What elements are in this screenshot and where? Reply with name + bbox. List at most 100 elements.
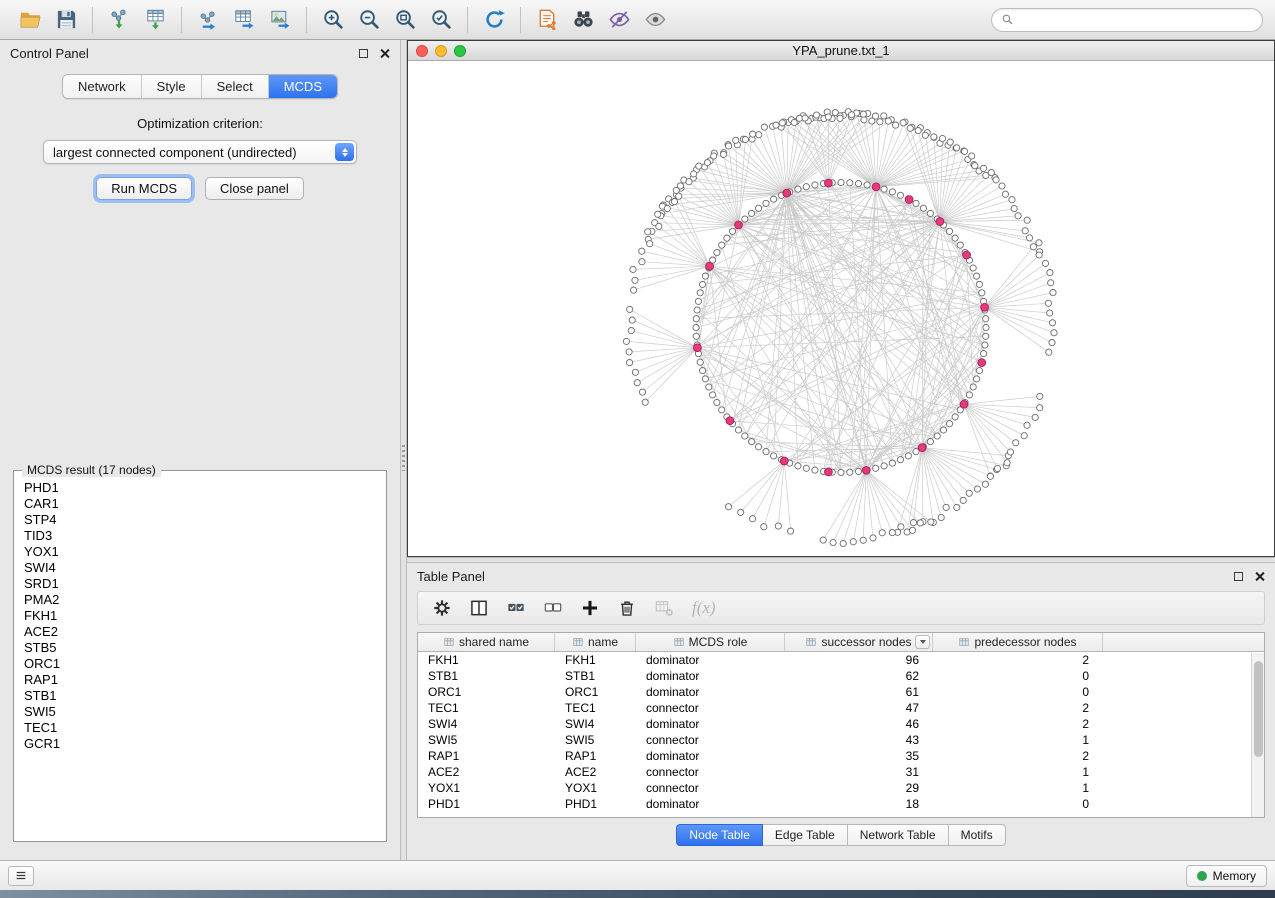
network-leaf-node[interactable] [910,520,916,526]
network-leaf-node[interactable] [664,205,670,211]
network-node[interactable] [855,181,861,187]
network-leaf-node[interactable] [969,153,975,159]
network-dominator-node-TID3[interactable] [726,417,734,425]
network-leaf-node[interactable] [726,143,732,149]
network-leaf-node[interactable] [639,389,645,395]
network-leaf-node[interactable] [655,211,661,217]
network-leaf-node[interactable] [907,125,913,131]
network-leaf-node[interactable] [954,145,960,151]
network-leaf-node[interactable] [631,287,637,293]
vertical-splitter[interactable] [400,40,407,860]
network-leaf-node[interactable] [988,170,994,176]
minimize-window-icon[interactable] [435,45,447,57]
network-leaf-node[interactable] [994,465,1000,471]
mcds-result-node[interactable]: STP4 [24,512,376,528]
network-leaf-node[interactable] [711,153,717,159]
network-dominator-node-SRD1[interactable] [978,359,986,367]
network-node[interactable] [974,376,980,382]
network-leaf-node[interactable] [1026,235,1032,241]
zoom-selected-button[interactable] [423,4,459,36]
table-row[interactable]: PHD1PHD1dominator180 [418,796,1264,812]
network-leaf-node[interactable] [1030,244,1036,250]
network-leaf-node[interactable] [632,277,638,283]
network-node[interactable] [970,265,976,271]
network-node[interactable] [838,469,844,475]
network-leaf-node[interactable] [673,187,679,193]
network-node[interactable] [934,433,940,439]
network-leaf-node[interactable] [691,171,697,177]
sort-dropdown-icon[interactable] [915,635,930,649]
network-leaf-node[interactable] [704,160,710,166]
network-leaf-node[interactable] [775,523,781,529]
network-node[interactable] [795,186,801,192]
network-leaf-node[interactable] [686,179,692,185]
network-node[interactable] [940,427,946,433]
network-leaf-node[interactable] [671,199,677,205]
network-dominator-node-CAR1[interactable] [825,179,833,187]
column-header-predecessor-nodes[interactable]: predecessor nodes [933,633,1103,651]
network-leaf-node[interactable] [1007,449,1013,455]
network-leaf-node[interactable] [972,163,978,169]
find-binoculars-button[interactable] [565,4,601,36]
network-node[interactable] [946,421,952,427]
network-leaf-node[interactable] [725,504,731,510]
network-dominator-node-GCR1[interactable] [905,196,913,204]
network-node[interactable] [719,242,725,248]
network-node[interactable] [979,290,985,296]
column-header-MCDS-role[interactable]: MCDS role [636,633,785,651]
network-leaf-node[interactable] [1046,349,1052,355]
network-leaf-node[interactable] [630,266,636,272]
mcds-result-node[interactable]: ACE2 [24,624,376,640]
zoom-in-button[interactable] [315,4,351,36]
network-dominator-node-STB1[interactable] [872,183,880,191]
network-leaf-node[interactable] [987,473,993,479]
network-node[interactable] [952,235,958,241]
network-leaf-node[interactable] [869,118,875,124]
network-node[interactable] [812,467,818,473]
deselect-all-rows-button[interactable] [539,595,567,621]
network-leaf-node[interactable] [1032,414,1038,420]
network-node[interactable] [889,189,895,195]
network-leaf-node[interactable] [837,115,843,121]
network-leaf-node[interactable] [738,509,744,515]
network-leaf-node[interactable] [627,360,633,366]
open-session-button[interactable] [12,4,48,36]
network-node[interactable] [812,182,818,188]
mcds-result-node[interactable]: TEC1 [24,720,376,736]
network-leaf-node[interactable] [1015,213,1021,219]
network-leaf-node[interactable] [632,369,638,375]
network-node[interactable] [970,384,976,390]
table-row[interactable]: STB1STB1dominator620 [418,668,1264,684]
network-node[interactable] [864,182,870,188]
float-table-panel-icon[interactable] [1234,572,1243,581]
network-node[interactable] [706,384,712,390]
network-node[interactable] [771,453,777,459]
network-leaf-node[interactable] [889,530,895,536]
network-leaf-node[interactable] [1011,205,1017,211]
tab-node-table[interactable]: Node Table [676,824,763,846]
network-node[interactable] [913,200,919,206]
network-leaf-node[interactable] [922,132,928,138]
network-node[interactable] [881,463,887,469]
network-leaf-node[interactable] [860,111,866,117]
network-node[interactable] [897,457,903,463]
network-leaf-node[interactable] [761,524,767,530]
network-node[interactable] [771,196,777,202]
import-table-button[interactable] [137,4,173,36]
mcds-result-node[interactable]: YOX1 [24,544,376,560]
network-dominator-node-STP4[interactable] [960,400,968,408]
mcds-result-node[interactable]: CAR1 [24,496,376,512]
network-leaf-node[interactable] [840,540,846,546]
network-leaf-node[interactable] [1045,300,1051,306]
network-node[interactable] [693,324,699,330]
network-leaf-node[interactable] [802,115,808,121]
network-leaf-node[interactable] [1050,290,1056,296]
network-leaf-node[interactable] [626,349,632,355]
network-leaf-node[interactable] [779,120,785,126]
network-node[interactable] [847,469,853,475]
tab-style[interactable]: Style [142,75,202,98]
network-leaf-node[interactable] [676,193,682,199]
network-node[interactable] [697,290,703,296]
network-leaf-node[interactable] [960,497,966,503]
network-leaf-node[interactable] [750,516,756,522]
